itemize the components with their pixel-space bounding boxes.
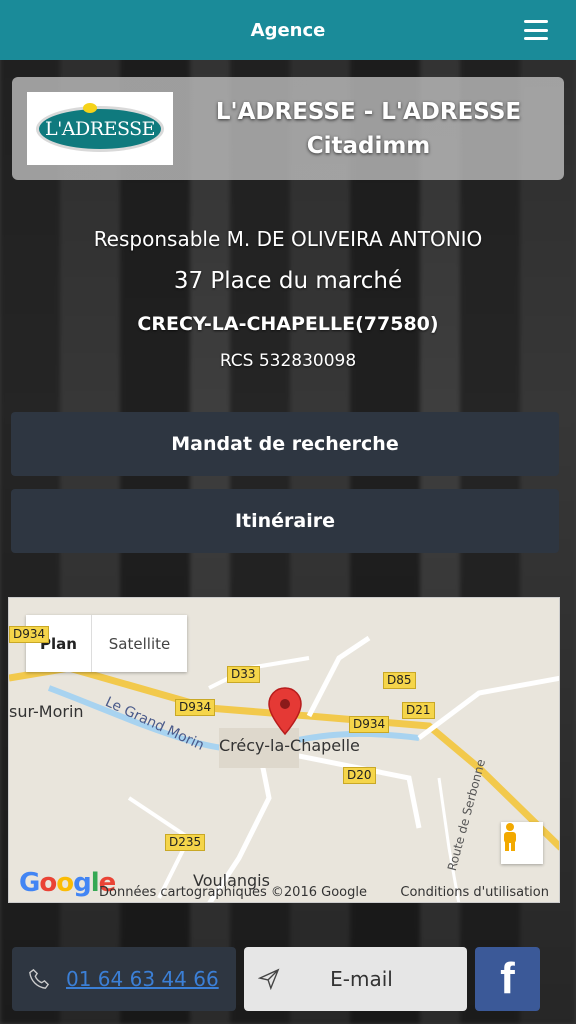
responsable-text: Responsable M. DE OLIVEIRA ANTONIO (93, 227, 483, 251)
street-view-pegman-icon[interactable] (501, 822, 543, 864)
logo-text: L'ADRESSE (44, 117, 156, 140)
agency-name-line1: L'ADRESSE - L'ADRESSE (215, 98, 522, 125)
map-plan-button[interactable]: Plan (26, 615, 92, 672)
map-pin-icon[interactable] (267, 686, 303, 736)
agency-header-card: L'ADRESSE L'ADRESSE - L'ADRESSE Citadimm (12, 77, 564, 180)
city-postal: CRECY-LA-CHAPELLE(77580) (137, 313, 439, 335)
map-satellite-button[interactable]: Satellite (92, 615, 187, 672)
phone-link[interactable]: 01 64 63 44 66 (66, 967, 219, 991)
phone-button[interactable]: 01 64 63 44 66 (12, 947, 236, 1011)
hamburger-menu-icon[interactable] (524, 20, 548, 40)
mandat-recherche-button[interactable]: Mandat de recherche (11, 412, 559, 476)
map-type-control: Plan Satellite (26, 615, 187, 672)
road-label: D235 (165, 834, 206, 851)
agency-name-line2: Citadimm (306, 132, 431, 159)
road-label: D33 (227, 666, 260, 683)
send-icon (258, 968, 280, 990)
rcs-number: RCS 532830098 (219, 351, 357, 371)
road-label: D934 (9, 626, 50, 643)
road-label: D20 (343, 767, 376, 784)
email-label: E-mail (330, 967, 393, 991)
street-address: 37 Place du marché (173, 268, 403, 294)
facebook-button[interactable]: f (475, 947, 540, 1011)
email-button[interactable]: E-mail (244, 947, 467, 1011)
map-terms-link[interactable]: Conditions d'utilisation (400, 885, 549, 900)
map-widget[interactable]: Plan Satellite D934 D33 D85 D934 D21 D93… (8, 597, 560, 903)
page-title: Agence (250, 19, 326, 41)
road-label: D934 (175, 699, 216, 716)
road-label: D934 (349, 716, 390, 733)
agency-name: L'ADRESSE - L'ADRESSE Citadimm (173, 95, 564, 163)
agency-logo: L'ADRESSE (27, 92, 173, 165)
phone-icon (29, 968, 50, 989)
road-label: D21 (402, 702, 435, 719)
facebook-icon: f (500, 954, 515, 1003)
road-label: D85 (383, 672, 416, 689)
map-data-credit: Données cartographiques ©2016 Google (99, 884, 367, 900)
top-bar: Agence (0, 0, 576, 60)
map-attribution: Données cartographiques ©2016 Google Con… (99, 882, 559, 902)
place-label-crecy: Crécy-la-Chapelle (219, 736, 360, 755)
place-label: sur-Morin (9, 702, 84, 721)
itineraire-button[interactable]: Itinéraire (11, 489, 559, 553)
